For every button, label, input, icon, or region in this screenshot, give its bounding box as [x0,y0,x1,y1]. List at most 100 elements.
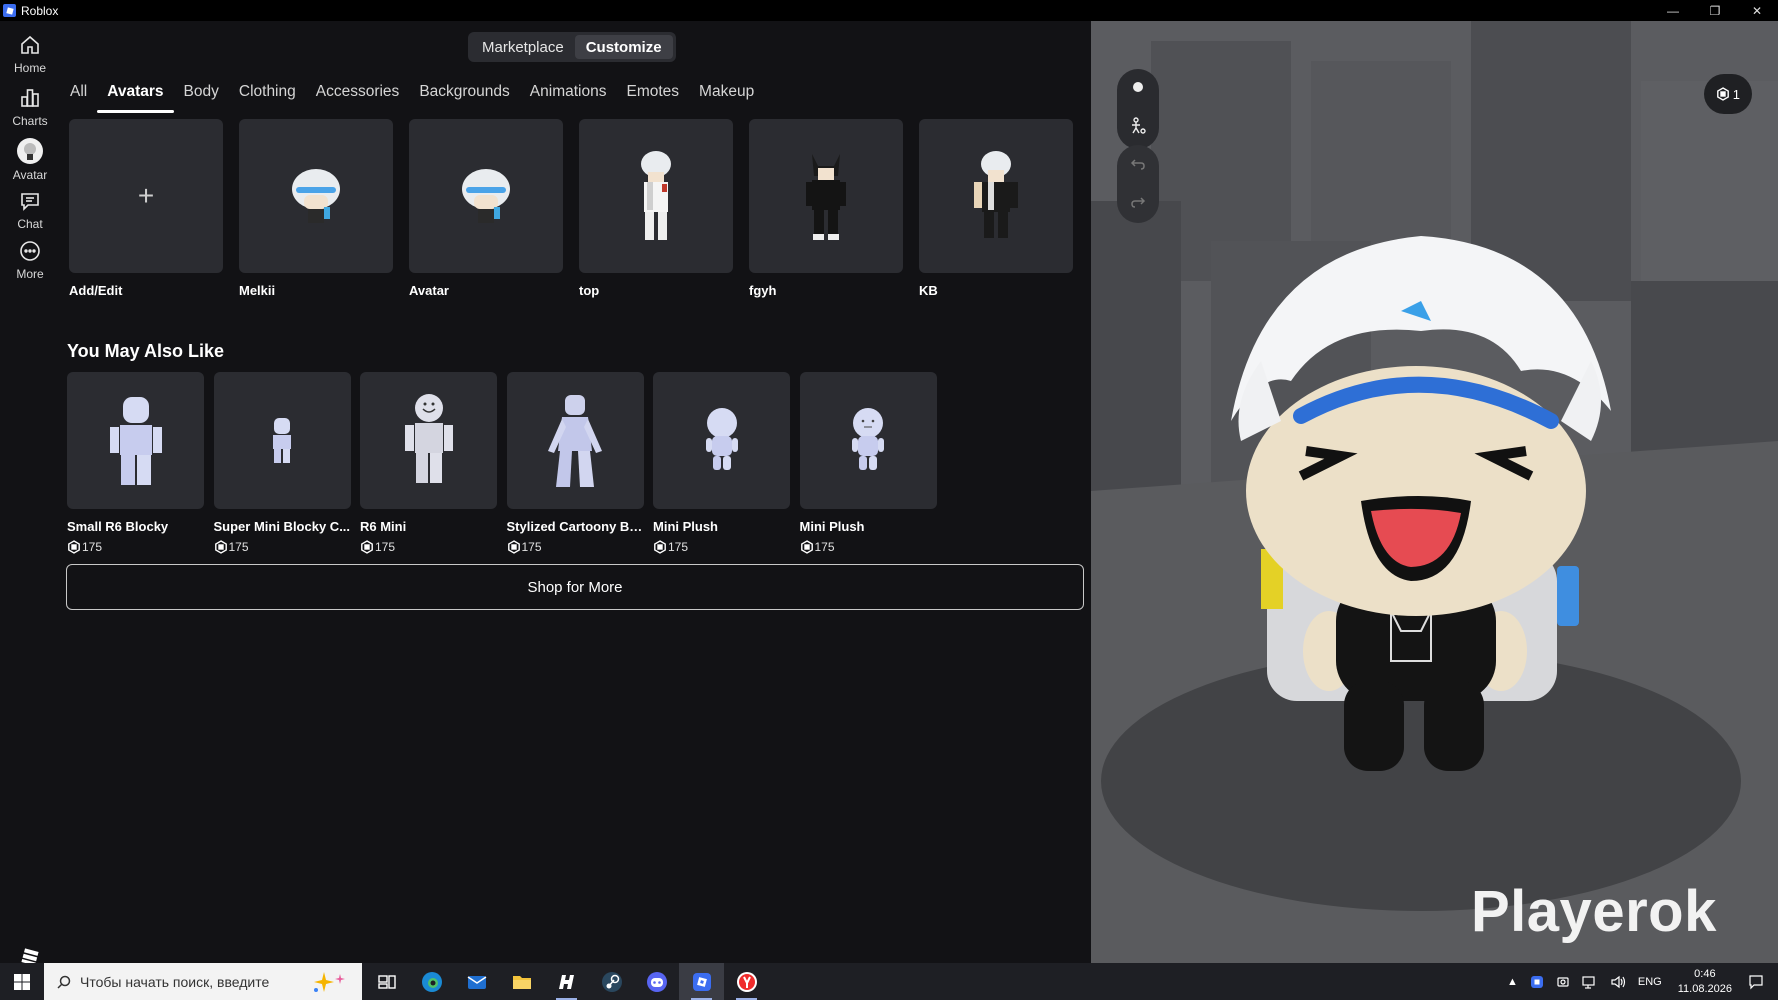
window-title: Roblox [21,3,59,18]
clock-date: 11.08.2026 [1677,982,1732,995]
nav-chat[interactable]: Chat [0,189,60,231]
avatar-name: KB [919,283,938,298]
avatar-card[interactable]: Melkii [239,119,393,298]
robux-icon [361,540,373,554]
clock-time: 0:46 [1694,967,1716,980]
camera-tray-icon[interactable] [1556,975,1570,989]
taskbar-search[interactable] [44,963,362,1000]
nav-home[interactable]: Home [0,33,60,75]
avatar-figure-image [806,154,846,240]
head-view-button[interactable] [1117,69,1159,107]
nav-more[interactable]: More [0,239,60,281]
folder-icon [512,975,531,989]
notifications-icon[interactable] [1748,974,1764,990]
body-preview-image [548,394,602,487]
body-settings-icon [1132,117,1146,134]
tab-all[interactable]: All [60,81,97,113]
shop-item[interactable]: Mini Plush 175 [799,372,937,554]
avatar-card[interactable]: KB [919,119,1073,298]
nav-charts[interactable]: Charts [0,86,60,128]
shop-item[interactable]: Small R6 Blocky 175 [67,372,204,554]
search-input[interactable] [80,973,280,990]
start-button[interactable] [0,963,44,1000]
view-tools [1117,69,1159,149]
roblox-tray-icon[interactable] [1530,975,1544,989]
title-bar: Roblox — ❐ ✕ [0,0,1778,21]
steam-icon [601,971,622,992]
avatar-card[interactable]: Avatar [409,119,563,298]
shop-for-more-button[interactable]: Shop for More [66,564,1084,610]
shop-thumb [506,372,644,509]
h-app-icon [558,974,574,989]
section-title: You May Also Like [67,341,225,361]
steam-app[interactable] [589,963,634,1000]
tab-backgrounds[interactable]: Backgrounds [409,81,519,113]
shop-item-price: 175 [800,540,937,554]
clock[interactable]: 0:46 11.08.2026 [1678,967,1732,997]
avatar-figure-image [641,151,671,240]
nav-avatar[interactable]: Avatar [0,138,60,182]
shop-item[interactable]: Super Mini Blocky C... 175 [213,372,351,554]
body-settings-button[interactable] [1117,107,1159,145]
tab-animations[interactable]: Animations [520,81,617,113]
discord-app[interactable] [634,963,679,1000]
robux-icon [68,540,80,554]
price-value: 175 [814,540,835,554]
main-content: Marketplace Customize All Avatars Body C… [60,21,1090,963]
file-explorer-app[interactable] [499,963,544,1000]
avatar-scene-image [1091,21,1778,963]
nav-avatar-label: Avatar [12,168,48,182]
nav-more-label: More [16,267,44,281]
tab-accessories[interactable]: Accessories [306,81,410,113]
robux-balance[interactable]: 1 [1703,74,1752,114]
roblox-app-icon [3,4,16,17]
undo-button[interactable] [1117,145,1159,183]
body-preview-image [705,407,738,470]
robux-icon [654,540,666,554]
left-nav: Home Charts Avatar Chat More [0,21,60,966]
avatar-thumb [409,119,563,273]
h-app[interactable] [544,963,589,1000]
restore-button[interactable]: ❐ [1694,0,1736,21]
marketplace-customize-switch: Marketplace Customize [468,32,676,62]
language-indicator[interactable]: ENG [1638,976,1662,988]
close-button[interactable]: ✕ [1736,0,1778,21]
tab-emotes[interactable]: Emotes [616,81,689,113]
history-tools [1117,145,1159,223]
price-value: 175 [228,540,249,554]
tab-makeup[interactable]: Makeup [689,81,764,113]
avatar-card[interactable]: fgyh [749,119,903,298]
windows-icon [14,973,30,990]
yandex-browser-app[interactable] [724,963,769,1000]
outlook-app[interactable] [454,963,499,1000]
robux-icon [800,540,813,554]
price-value: 175 [668,540,689,554]
robux-icon [507,540,520,554]
avatar-card[interactable]: top [579,119,733,298]
tab-clothing[interactable]: Clothing [229,81,306,113]
roblox-taskbar-app[interactable] [679,963,724,1000]
edge-app[interactable] [409,963,454,1000]
redo-button[interactable] [1117,183,1159,221]
avatar-viewport[interactable]: 1 Playerok [1091,21,1778,963]
task-view-button[interactable] [364,963,409,1000]
price-value: 175 [375,540,396,554]
shop-thumb [653,372,790,509]
windows-taskbar: ▲ ENG 0:46 11.08.2026 [0,963,1778,1000]
tab-avatars[interactable]: Avatars [97,81,174,113]
avatar-card-add[interactable]: + Add/Edit [69,119,223,298]
volume-icon[interactable] [1610,975,1626,989]
shop-item[interactable]: Mini Plush 175 [653,372,790,554]
avatar-thumb: + [69,119,223,273]
recommend-list: Small R6 Blocky 175 Super Mini Blocky C.… [67,372,946,554]
shop-item-name: Stylized Cartoony Bl... [506,519,644,534]
minimize-button[interactable]: — [1652,0,1694,21]
shop-item[interactable]: Stylized Cartoony Bl... 175 [506,372,644,554]
shop-item[interactable]: R6 Mini 175 [360,372,497,554]
segment-marketplace[interactable]: Marketplace [471,35,575,59]
segment-customize[interactable]: Customize [574,35,673,59]
network-icon[interactable] [1582,975,1598,989]
edge-icon [421,971,442,992]
tab-body[interactable]: Body [174,81,229,113]
tray-expand-icon[interactable]: ▲ [1507,976,1518,988]
